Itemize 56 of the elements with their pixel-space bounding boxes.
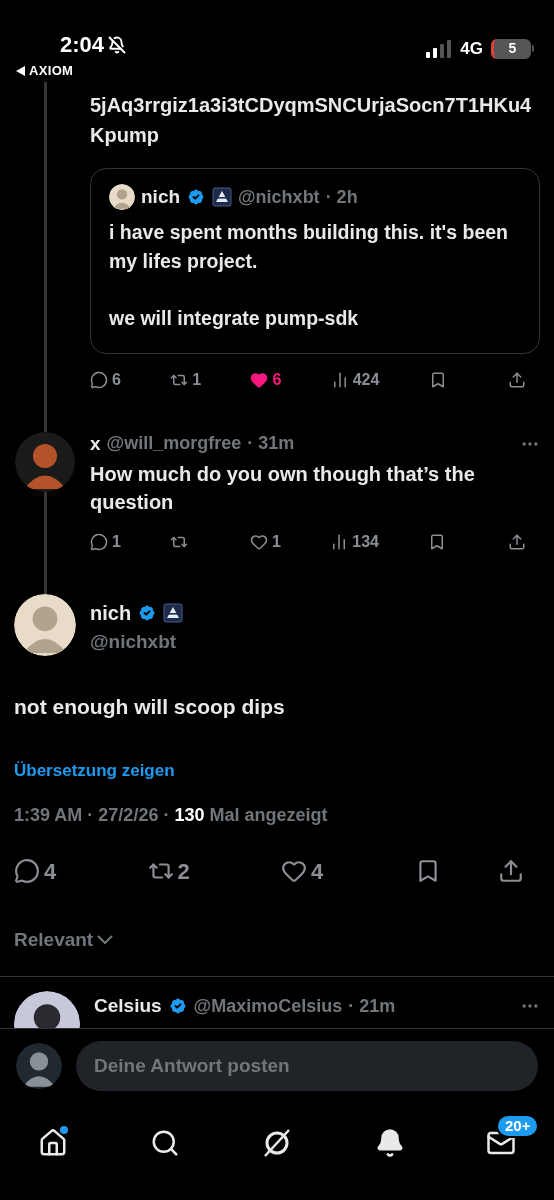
- reply-button[interactable]: 1: [90, 530, 121, 554]
- author-handle: @nichxbt: [90, 630, 178, 654]
- network-label: 4G: [460, 38, 483, 60]
- repost-button[interactable]: 2: [147, 854, 238, 888]
- share-icon: [507, 533, 526, 551]
- sort-dropdown[interactable]: Relevant: [14, 925, 114, 954]
- like-button[interactable]: 1: [249, 530, 281, 554]
- author-name: Celsius: [94, 993, 162, 1018]
- reply-input[interactable]: Deine Antwort posten: [76, 1041, 538, 1091]
- author-name: x: [90, 431, 101, 456]
- post-time: · 21m: [348, 994, 396, 1018]
- reply-icon: [90, 533, 108, 551]
- chevron-down-icon: [97, 935, 114, 945]
- author-handle: @nichxbt: [238, 185, 320, 209]
- like-button[interactable]: 6: [250, 367, 282, 392]
- post-text: How much do you own though that’s the question: [90, 462, 476, 515]
- signal-icon: [426, 39, 453, 58]
- share-icon: [498, 858, 524, 884]
- views-button[interactable]: 424: [330, 367, 380, 392]
- message-count-badge: 20+: [496, 1114, 540, 1138]
- author-handle: @will_morgfree: [106, 432, 242, 456]
- battery-icon: 5: [491, 38, 534, 59]
- reply-button[interactable]: 4: [14, 854, 104, 888]
- share-icon: [508, 370, 526, 389]
- translate-link[interactable]: Übersetzung zeigen: [14, 761, 175, 780]
- author-name: nich: [90, 601, 132, 626]
- repost-button[interactable]: 1: [170, 367, 202, 392]
- quoted-post-card[interactable]: nich @nichxbt · 2h i have spent months building this. it's been my lifes project. we will integrate pump-sdk: [90, 168, 540, 354]
- quoted-post-text: i have spent months building this. it's been my lifes project.: [109, 219, 509, 274]
- reply-icon: [90, 370, 108, 389]
- heart-icon: [249, 533, 268, 551]
- views-button[interactable]: 134: [330, 530, 379, 554]
- slashed-circle-icon[interactable]: [261, 1127, 293, 1159]
- post-time: · 2h: [325, 185, 358, 209]
- post-meta: 1:39 AM · 27/2/26 · 130 Mal angezeigt: [14, 803, 329, 827]
- like-button[interactable]: 4: [281, 854, 371, 888]
- post-text: 5jAq3rrgiz1a3i3tCDyqmSNCUrjaSocn7T1HKu4Kpump: [90, 93, 533, 148]
- triangle-badge-icon: [163, 603, 184, 623]
- clock-time: 2:04: [60, 31, 105, 59]
- triangle-badge-icon: [212, 187, 233, 208]
- avatar[interactable]: [14, 594, 76, 656]
- avatar[interactable]: [109, 184, 135, 211]
- heart-icon: [281, 858, 307, 884]
- reply-icon: [14, 858, 40, 884]
- quoted-post-text: we will integrate pump-sdk: [109, 305, 360, 331]
- home-icon[interactable]: [38, 1128, 68, 1158]
- heart-icon: [250, 370, 269, 389]
- post-time: · 31m: [247, 432, 295, 456]
- back-link[interactable]: AXIOM: [16, 61, 127, 81]
- avatar[interactable]: [16, 1043, 62, 1089]
- author-name: nich: [141, 185, 181, 209]
- post-text: not enough will scoop dips: [14, 693, 286, 720]
- back-triangle-icon: [16, 65, 25, 76]
- reply-button[interactable]: 6: [90, 367, 121, 392]
- author-handle: @MaximoCelsius: [193, 994, 343, 1018]
- bell-off-icon: [108, 35, 127, 54]
